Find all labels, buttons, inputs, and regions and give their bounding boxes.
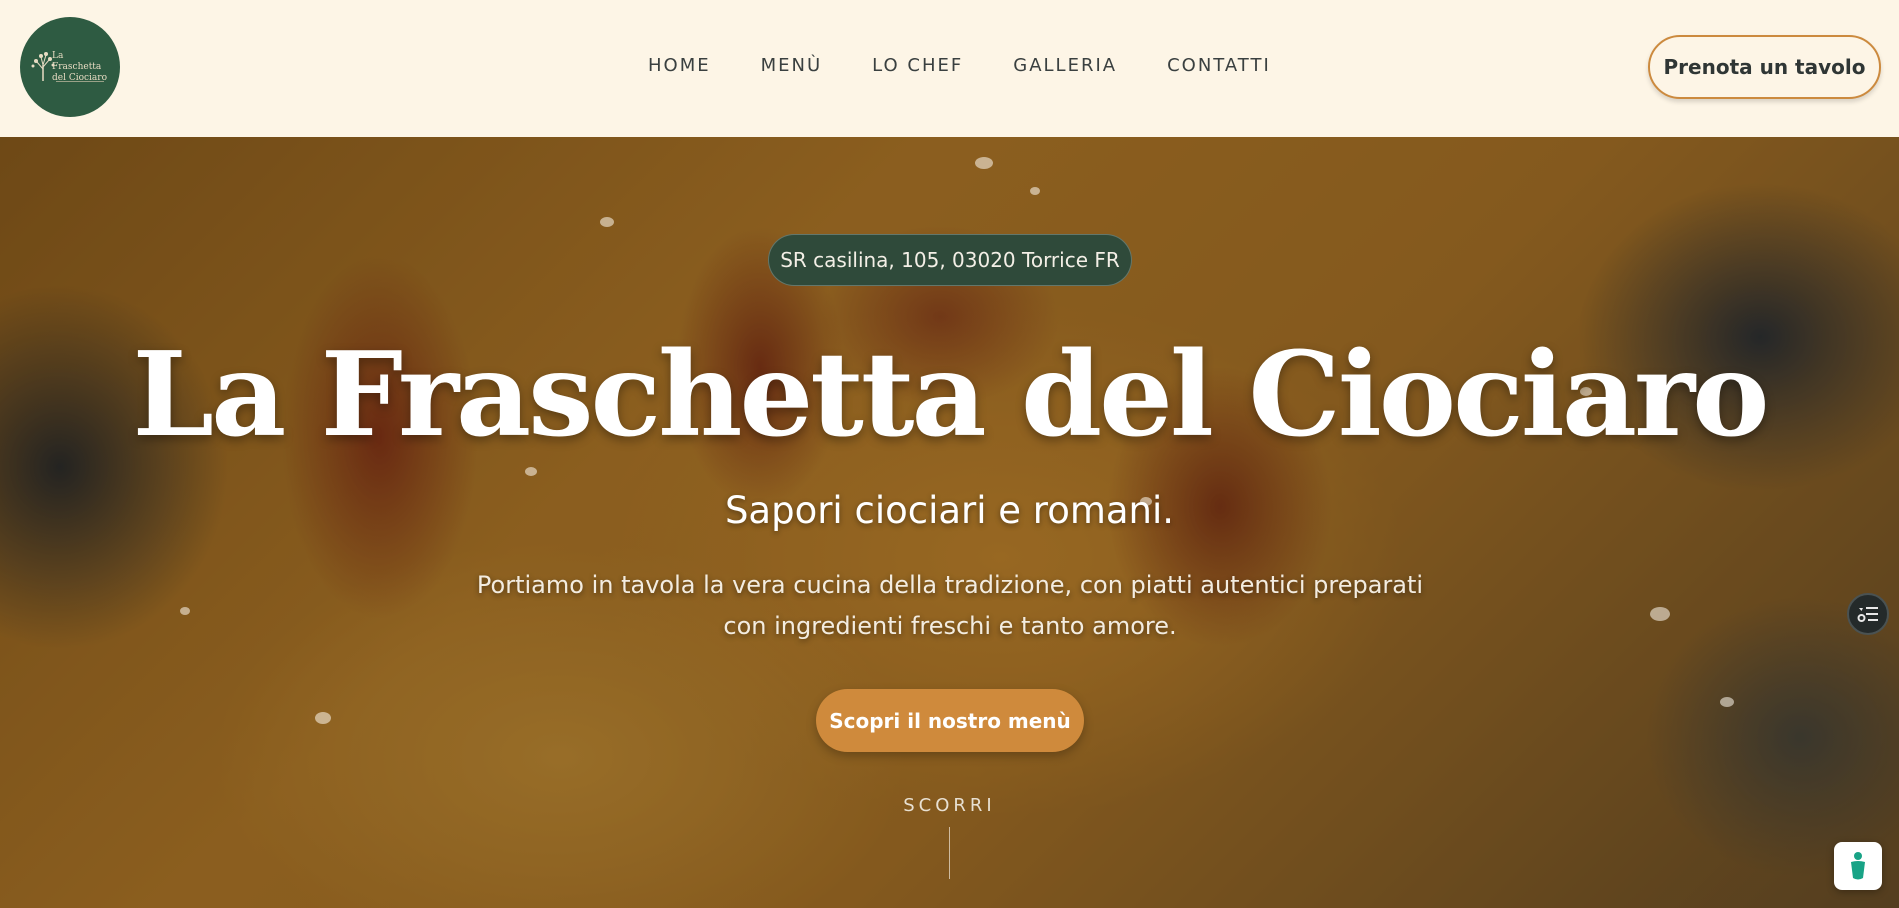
scroll-indicator-label[interactable]: SCORRI bbox=[0, 795, 1899, 816]
accessibility-button[interactable] bbox=[1834, 842, 1882, 890]
site-header: La Fraschetta del Ciociaro HOME MENÙ LO … bbox=[0, 0, 1899, 137]
decoration-speck bbox=[525, 467, 537, 476]
nav-item-chef[interactable]: LO CHEF bbox=[872, 55, 963, 76]
filter-button[interactable] bbox=[1847, 593, 1889, 635]
logo[interactable]: La Fraschetta del Ciociaro bbox=[20, 17, 120, 117]
logo-text: La Fraschetta del Ciociaro bbox=[52, 51, 114, 84]
logo-text-line1: La Fraschetta bbox=[52, 51, 102, 72]
discover-menu-button[interactable]: Scopri il nostro menù bbox=[816, 689, 1084, 752]
nav-item-contacts[interactable]: CONTATTI bbox=[1167, 55, 1271, 76]
address-badge: SR casilina, 105, 03020 Torrice FR bbox=[768, 234, 1132, 286]
logo-divider bbox=[56, 81, 104, 82]
hero-section: SR casilina, 105, 03020 Torrice FR La Fr… bbox=[0, 137, 1899, 908]
hero-title: La Fraschetta del Ciociaro bbox=[132, 327, 1770, 463]
decoration-speck bbox=[600, 217, 614, 227]
nav-item-home[interactable]: HOME bbox=[648, 55, 711, 76]
logo-text-line2: del Ciociaro bbox=[52, 73, 108, 83]
decoration-speck bbox=[975, 157, 993, 169]
scroll-indicator-line bbox=[949, 827, 950, 879]
main-nav: HOME MENÙ LO CHEF GALLERIA CONTATTI bbox=[648, 55, 1271, 76]
logo-inner: La Fraschetta del Ciociaro bbox=[28, 47, 112, 87]
decoration-speck bbox=[1650, 607, 1670, 621]
decoration-speck bbox=[1030, 187, 1040, 195]
accessibility-person-icon bbox=[1851, 852, 1865, 880]
decoration-speck bbox=[180, 607, 190, 615]
filter-settings-icon bbox=[1857, 607, 1878, 622]
nav-item-gallery[interactable]: GALLERIA bbox=[1013, 55, 1117, 76]
decoration-speck bbox=[315, 712, 331, 724]
reserve-table-button[interactable]: Prenota un tavolo bbox=[1648, 35, 1881, 99]
hero-description: Portiamo in tavola la vera cucina della … bbox=[476, 571, 1424, 640]
decoration-speck bbox=[1720, 697, 1734, 707]
nav-item-menu[interactable]: MENÙ bbox=[761, 55, 823, 76]
hero-subtitle: Sapori ciociari e romani. bbox=[724, 489, 1175, 532]
